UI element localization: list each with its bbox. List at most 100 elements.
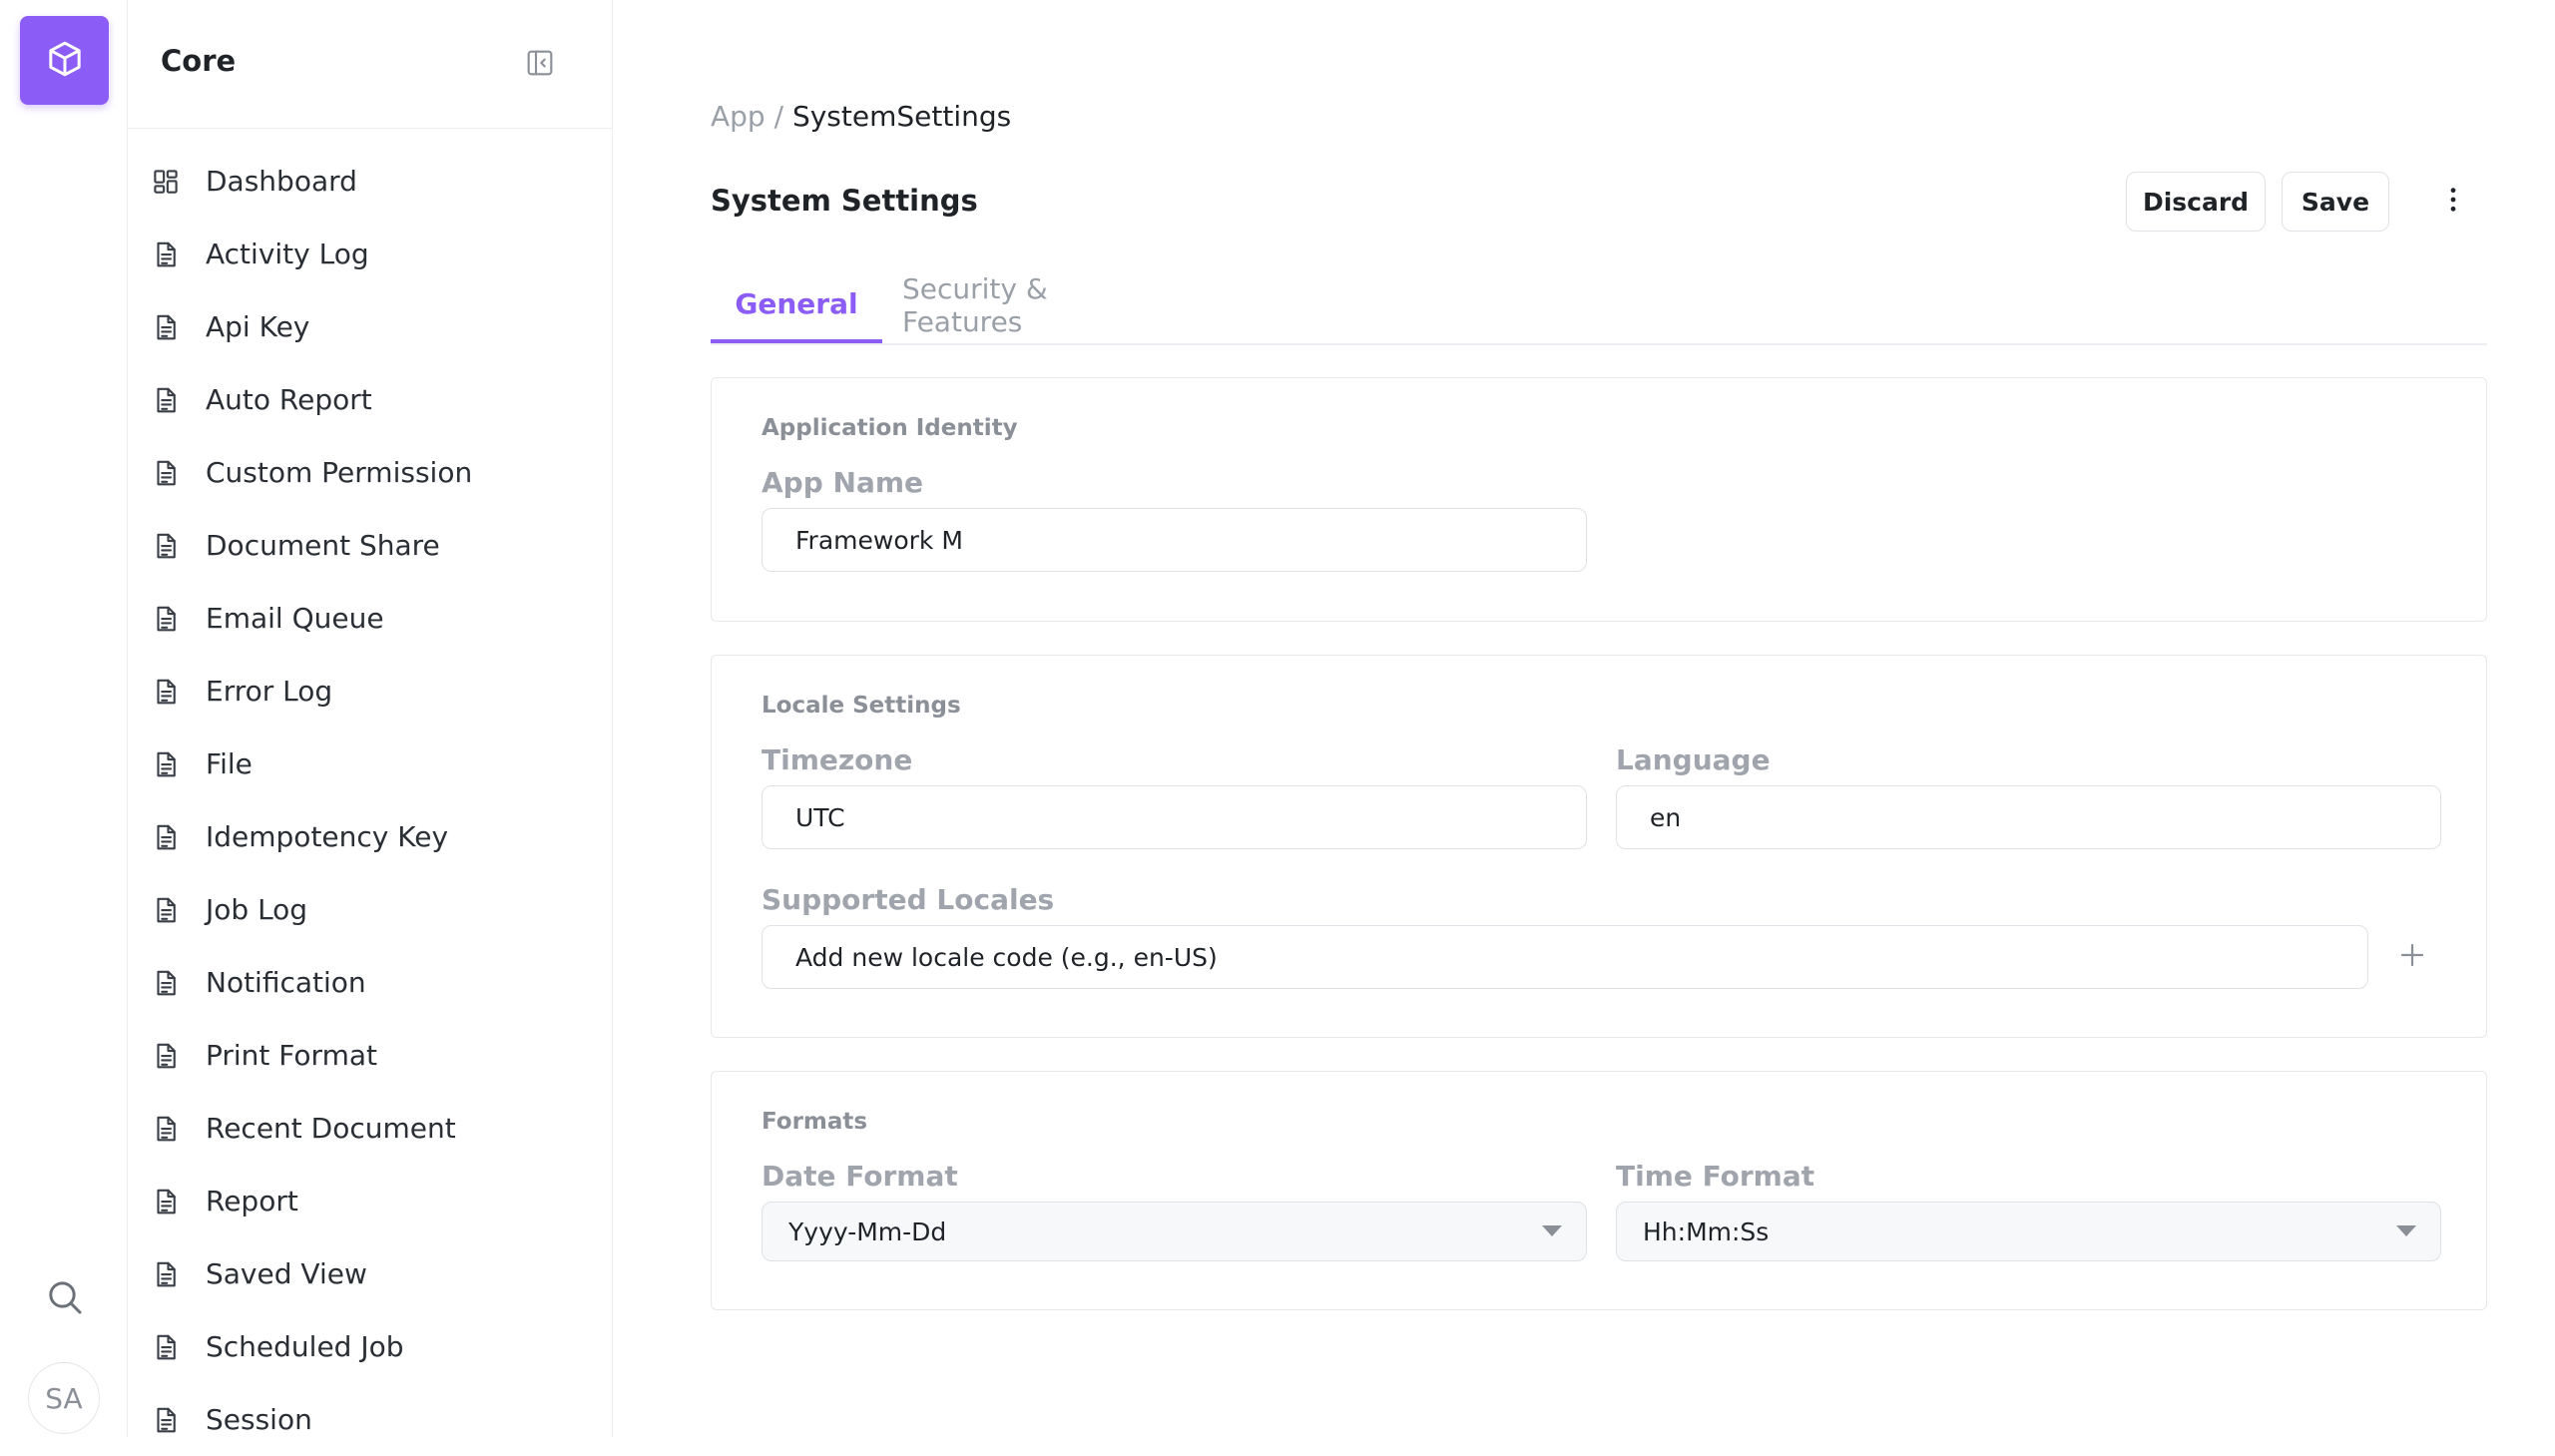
sidebar-title: Core [161,44,237,78]
document-icon [150,1258,182,1290]
sidebar-item-dashboard[interactable]: Dashboard [128,145,612,218]
sidebar-item-file[interactable]: File [128,728,612,800]
sidebar-item-label: Dashboard [206,165,357,198]
sidebar-item-label: Saved View [206,1257,367,1290]
document-icon [150,1404,182,1436]
date-format-label: Date Format [762,1160,958,1193]
sidebar-item-document-share[interactable]: Document Share [128,509,612,582]
date-format-select[interactable]: Yyyy-Mm-Dd [762,1202,1587,1261]
breadcrumb: App / SystemSettings [711,100,1011,133]
app-logo-button[interactable] [20,16,109,105]
app-name-label: App Name [762,466,923,499]
sidebar-item-email-queue[interactable]: Email Queue [128,582,612,655]
sidebar-item-api-key[interactable]: Api Key [128,290,612,363]
app-name-input[interactable]: Framework M [762,508,1587,572]
language-input[interactable]: en [1616,785,2441,849]
supported-locales-input[interactable]: Add new locale code (e.g., en-US) [762,925,2368,989]
sidebar-item-idempotency-key[interactable]: Idempotency Key [128,800,612,873]
date-format-value: Yyyy-Mm-Dd [788,1216,947,1246]
chevron-down-icon [2396,1225,2416,1236]
supported-locales-label: Supported Locales [762,883,1055,916]
timezone-input[interactable]: UTC [762,785,1587,849]
dashboard-icon [150,166,182,198]
sidebar-item-label: Email Queue [206,602,384,635]
sidebar-item-label: Document Share [206,529,440,562]
sidebar-item-notification[interactable]: Notification [128,946,612,1019]
icon-rail: SA [0,0,128,1437]
page-title: System Settings [711,184,978,218]
document-icon [150,239,182,270]
document-icon [150,384,182,416]
more-actions-button[interactable] [2437,186,2469,218]
document-icon [150,1113,182,1145]
sidebar-item-label: Report [206,1185,298,1217]
breadcrumb-current: SystemSettings [791,100,1012,133]
sidebar-item-activity-log[interactable]: Activity Log [128,218,612,290]
sidebar-item-label: Custom Permission [206,456,473,489]
document-icon [150,603,182,635]
document-icon [150,748,182,780]
sidebar-item-custom-permission[interactable]: Custom Permission [128,436,612,509]
sidebar-item-job-log[interactable]: Job Log [128,873,612,946]
time-format-value: Hh:Mm:Ss [1643,1216,1770,1246]
document-icon [150,894,182,926]
document-icon [150,967,182,999]
sidebar-item-session[interactable]: Session [128,1383,612,1456]
sidebar-item-label: Print Format [206,1039,377,1072]
time-format-label: Time Format [1616,1160,1815,1193]
sidebar-item-label: Activity Log [206,238,369,270]
sidebar-item-label: Auto Report [206,383,372,416]
timezone-value: UTC [795,802,845,832]
timezone-label: Timezone [762,743,913,776]
section-title: Application Identity [762,415,1018,441]
app-name-value: Framework M [795,525,963,555]
tab-general[interactable]: General [711,267,882,343]
time-format-select[interactable]: Hh:Mm:Ss [1616,1202,2441,1261]
document-icon [150,1331,182,1363]
chevron-down-icon [1542,1225,1562,1236]
document-icon [150,1186,182,1217]
sidebar-item-label: Session [206,1403,312,1436]
locale-settings-card: Locale Settings Timezone UTC Language en… [711,655,2487,1038]
sidebar-item-report[interactable]: Report [128,1165,612,1237]
more-vertical-icon [2437,184,2469,220]
sidebar-item-scheduled-job[interactable]: Scheduled Job [128,1310,612,1383]
sidebar-item-label: Recent Document [206,1112,456,1145]
sidebar-item-error-log[interactable]: Error Log [128,655,612,728]
sidebar-item-auto-report[interactable]: Auto Report [128,363,612,436]
discard-button[interactable]: Discard [2126,172,2266,232]
cube-icon [45,39,85,83]
document-icon [150,821,182,853]
section-title: Formats [762,1109,868,1135]
document-icon [150,457,182,489]
breadcrumb-separator: / [774,100,792,133]
search-button[interactable] [43,1277,87,1321]
sidebar-nav: Dashboard Activity Log Api Key Auto Report C… [128,145,612,1456]
sidebar-collapse-button[interactable] [524,47,556,79]
sidebar-item-recent-document[interactable]: Recent Document [128,1092,612,1165]
breadcrumb-separator-text: / [773,100,784,133]
breadcrumb-root-link[interactable]: App [711,100,766,133]
sidebar-item-label: File [206,747,253,780]
sidebar-item-label: Job Log [206,893,308,926]
document-icon [150,311,182,343]
sidebar-item-print-format[interactable]: Print Format [128,1019,612,1092]
sidebar-item-label: Error Log [206,675,333,708]
user-avatar[interactable]: SA [28,1362,100,1434]
document-icon [150,676,182,708]
tab-security-features[interactable]: Security & Features [902,267,1172,343]
sidebar-item-saved-view[interactable]: Saved View [128,1237,612,1310]
application-identity-card: Application Identity App Name Framework … [711,377,2487,622]
language-value: en [1650,802,1682,832]
document-icon [150,530,182,562]
section-title: Locale Settings [762,693,961,719]
avatar-initials: SA [45,1381,83,1415]
sidebar-item-label: Idempotency Key [206,820,449,853]
save-button[interactable]: Save [2282,172,2389,232]
add-locale-button[interactable] [2397,942,2427,972]
supported-locales-placeholder: Add new locale code (e.g., en-US) [795,942,1218,972]
document-icon [150,1040,182,1072]
sidebar-item-label: Api Key [206,310,310,343]
sidebar: Core Dashboard Activity Log Api Key Auto Re… [128,0,613,1437]
sidebar-item-label: Notification [206,966,366,999]
